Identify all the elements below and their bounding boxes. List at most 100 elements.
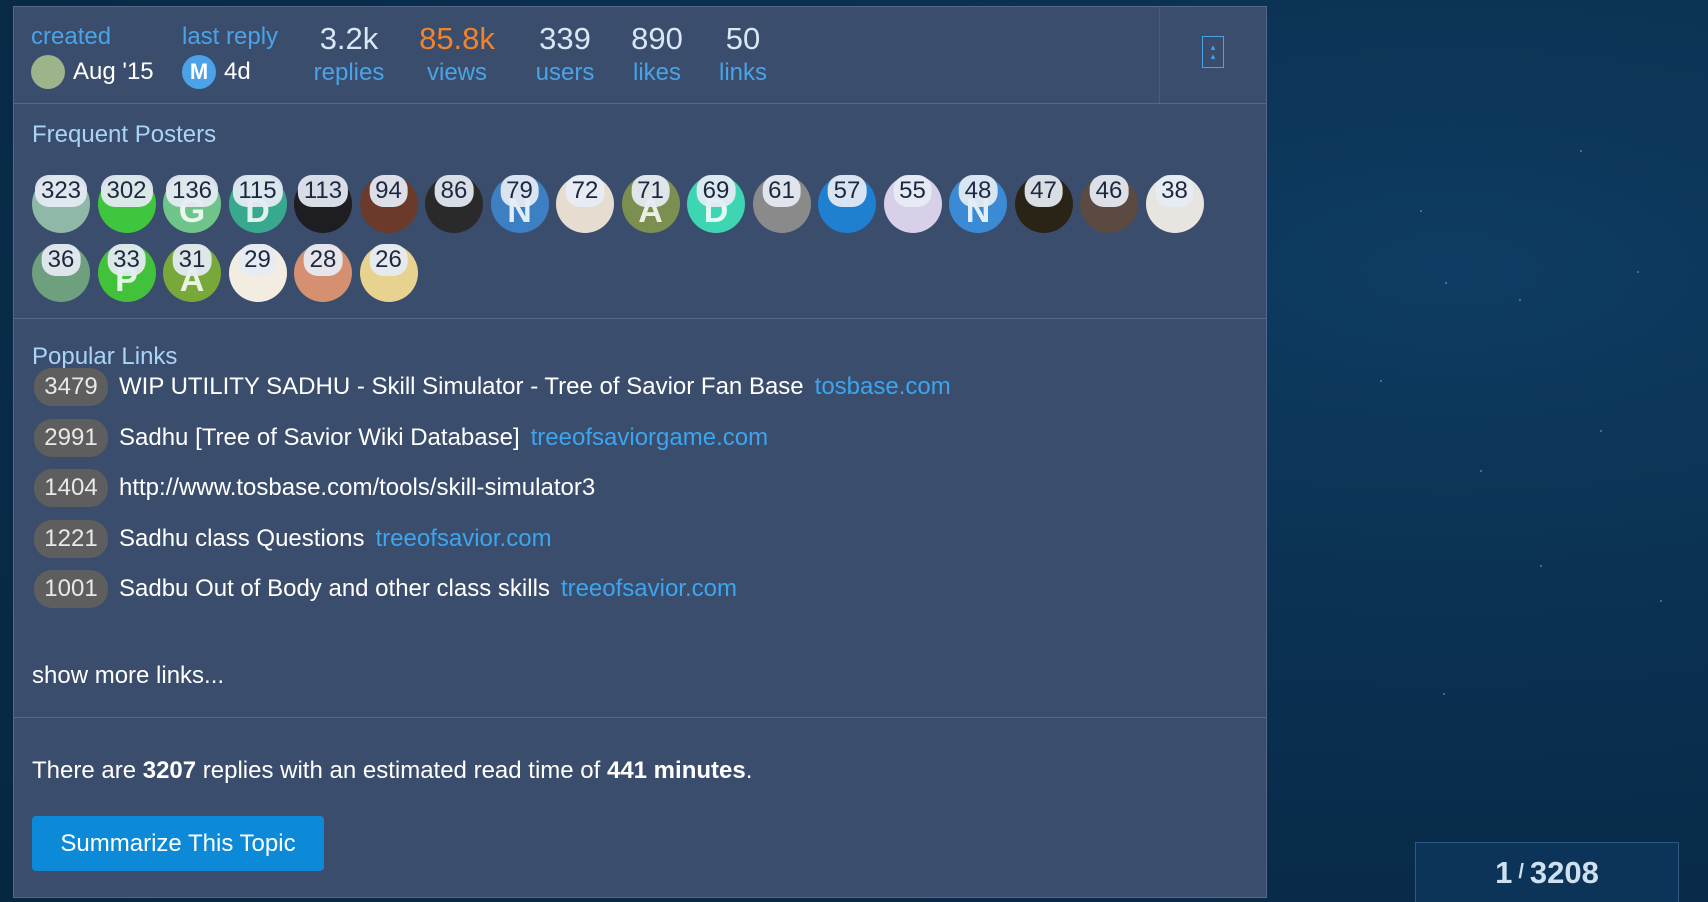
post-count-badge: 26 <box>369 244 408 276</box>
popular-link-title[interactable]: Sadhu [Tree of Savior Wiki Database] <box>119 424 520 452</box>
last-reply-age: 4d <box>224 58 251 85</box>
creator-avatar[interactable] <box>31 55 65 89</box>
topic-progress[interactable]: 1 / 3208 <box>1415 842 1679 902</box>
post-count-badge: 94 <box>369 175 408 207</box>
stat-number: 890 <box>631 21 683 56</box>
frequent-poster-avatar[interactable]: 47 <box>1014 175 1073 233</box>
last-reply-label: last reply <box>182 23 279 50</box>
reply-count: 3207 <box>142 757 197 784</box>
frequent-poster-avatar[interactable]: 113 <box>294 175 352 233</box>
post-count-badge: 302 <box>100 175 153 207</box>
post-count-badge: 29 <box>238 244 277 276</box>
summary-middle: replies with an estimated read time of <box>196 757 607 784</box>
summary-prefix: There are <box>32 757 143 784</box>
stat-4[interactable]: 50 links <box>708 21 778 89</box>
progress-total: 3208 <box>1529 854 1599 890</box>
created-label: created <box>31 23 112 50</box>
post-count-badge: 136 <box>165 175 219 207</box>
frequent-poster-avatar[interactable]: 26 <box>359 244 418 302</box>
star-dot <box>1580 150 1582 152</box>
popular-link-domain[interactable]: treeofsaviorgame.com <box>531 424 768 452</box>
created-date: Aug '15 <box>73 58 154 85</box>
topic-map-stats: created Aug '15 last reply M 4d 3.2k repl… <box>14 7 1266 103</box>
read-time: 441 minutes <box>606 757 746 784</box>
frequent-poster-avatar[interactable]: G 136 <box>163 175 221 233</box>
frequent-poster-avatar[interactable]: 28 <box>294 244 352 302</box>
frequent-poster-avatar[interactable]: 323 <box>32 175 90 233</box>
star-dot <box>1519 299 1521 301</box>
click-count-badge: 2991 <box>34 418 108 457</box>
frequent-poster-avatar[interactable]: P 33 <box>97 244 156 302</box>
post-count-badge: 55 <box>893 175 932 207</box>
frequent-poster-avatar[interactable]: 72 <box>556 175 614 233</box>
post-count-badge: 38 <box>1155 175 1194 207</box>
star-dot <box>1540 565 1542 567</box>
star-dot <box>1660 600 1662 602</box>
popular-link-row: 1001 Sadbu Out of Body and other class sk… <box>34 570 737 608</box>
stat-number: 85.8k <box>419 21 495 56</box>
stat-label: likes <box>632 59 681 86</box>
stat-3[interactable]: 890 likes <box>617 21 697 89</box>
popular-link-title[interactable]: http://www.tosbase.com/tools/skill-simul… <box>119 474 595 502</box>
stat-number: 3.2k <box>319 21 379 56</box>
summary-suffix: . <box>745 757 753 784</box>
click-count-badge: 3479 <box>34 368 108 406</box>
popular-link-domain[interactable]: treeofsavior.com <box>561 575 737 603</box>
show-more-links-link[interactable]: show more links... <box>32 662 224 690</box>
star-dot <box>1445 282 1447 284</box>
post-count-badge: 79 <box>500 175 539 207</box>
divider <box>14 318 1266 319</box>
popular-links-title: Popular Links <box>32 343 178 370</box>
last-replier-avatar[interactable]: M <box>182 55 216 89</box>
stat-0[interactable]: 3.2k replies <box>299 21 399 89</box>
post-count-badge: 71 <box>631 175 670 207</box>
last-reply-stat[interactable]: last reply M 4d <box>182 21 278 89</box>
created-stat[interactable]: created Aug '15 <box>31 21 154 89</box>
frequent-poster-avatar[interactable]: N 48 <box>949 175 1007 233</box>
progress-current: 1 <box>1495 854 1513 890</box>
frequent-poster-avatar[interactable]: A 71 <box>621 175 680 233</box>
stat-label: users <box>535 59 595 86</box>
divider <box>14 717 1266 718</box>
click-count-badge: 1404 <box>34 469 108 507</box>
stat-2[interactable]: 339 users <box>520 21 610 89</box>
collapse-toggle-button[interactable]: ▴ ▴ <box>1202 36 1224 68</box>
post-count-badge: 72 <box>565 175 605 207</box>
frequent-poster-avatar[interactable]: 302 <box>97 175 156 233</box>
stat-label: links <box>718 59 767 86</box>
frequent-poster-avatar[interactable]: A 31 <box>163 244 221 302</box>
popular-link-row: 3479 WIP UTILITY SADHU - Skill Simulator … <box>34 368 951 406</box>
star-dot <box>1480 470 1482 472</box>
stat-number: 50 <box>725 21 761 56</box>
stat-label: replies <box>313 59 385 86</box>
popular-link-title[interactable]: WIP UTILITY SADHU - Skill Simulator - Tr… <box>119 373 804 401</box>
frequent-poster-avatar[interactable]: 29 <box>228 244 287 302</box>
frequent-poster-avatar[interactable]: 46 <box>1080 175 1138 233</box>
frequent-poster-avatar[interactable]: 94 <box>359 175 418 233</box>
popular-link-title[interactable]: Sadbu Out of Body and other class skills <box>119 575 550 603</box>
star-dot <box>1380 380 1382 382</box>
stat-label: views <box>426 59 487 86</box>
star-dot <box>1420 210 1422 212</box>
frequent-poster-avatar[interactable]: 55 <box>883 175 942 233</box>
stats-divider <box>1159 7 1160 103</box>
frequent-poster-avatar[interactable]: 86 <box>425 175 483 233</box>
frequent-poster-avatar[interactable]: 61 <box>752 175 811 233</box>
summarize-topic-button[interactable]: Summarize This Topic <box>32 816 324 871</box>
post-count-badge: 57 <box>827 175 867 207</box>
post-count-badge: 36 <box>41 244 81 276</box>
post-count-badge: 31 <box>172 244 212 276</box>
frequent-poster-avatar[interactable]: 38 <box>1145 175 1204 233</box>
stat-1[interactable]: 85.8k views <box>402 21 512 89</box>
post-count-badge: 48 <box>958 175 998 207</box>
frequent-poster-avatar[interactable]: D 115 <box>228 175 287 233</box>
frequent-posters-title: Frequent Posters <box>32 121 217 148</box>
frequent-poster-avatar[interactable]: D 69 <box>687 175 745 233</box>
post-count-badge: 33 <box>107 244 146 276</box>
frequent-poster-avatar[interactable]: 57 <box>818 175 876 233</box>
frequent-poster-avatar[interactable]: 36 <box>32 244 90 302</box>
popular-link-domain[interactable]: treeofsavior.com <box>375 525 551 553</box>
popular-link-domain[interactable]: tosbase.com <box>815 373 951 401</box>
popular-link-title[interactable]: Sadhu class Questions <box>119 525 364 553</box>
frequent-poster-avatar[interactable]: N 79 <box>490 175 549 233</box>
